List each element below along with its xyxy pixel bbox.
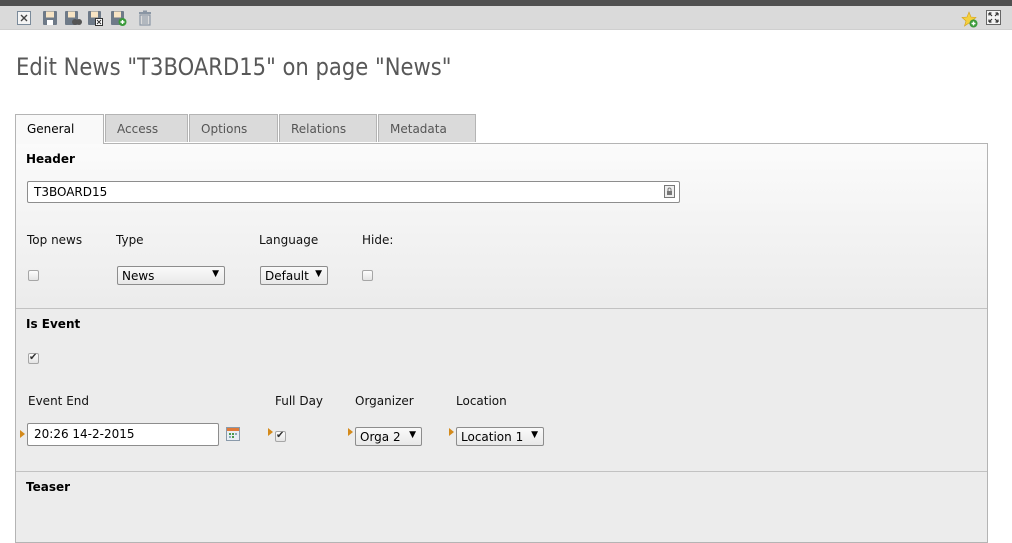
header-input[interactable]: T3BOARD15	[27, 181, 680, 203]
tab-metadata[interactable]: Metadata	[378, 114, 476, 142]
language-select[interactable]: Default ▼	[260, 266, 328, 285]
type-select[interactable]: News ▼	[117, 266, 225, 285]
event-end-value: 20:26 14-2-2015	[34, 427, 135, 441]
check-icon: ✔	[276, 430, 285, 441]
dropdown-arrow-icon: ▼	[409, 430, 416, 440]
add-bookmark-icon[interactable]	[961, 11, 978, 28]
tab-label: General	[27, 122, 75, 136]
tab-options[interactable]: Options	[189, 114, 278, 142]
location-select[interactable]: Location 1 ▼	[456, 427, 544, 446]
dropdown-arrow-icon: ▼	[315, 269, 322, 279]
tab-label: Access	[117, 122, 159, 136]
save-icon[interactable]	[42, 10, 58, 26]
event-end-input[interactable]: 20:26 14-2-2015	[27, 423, 219, 446]
type-select-value: News	[122, 269, 155, 283]
top-news-label: Top news	[27, 233, 83, 247]
field-lock-icon[interactable]	[664, 185, 675, 201]
delete-icon[interactable]	[137, 10, 153, 26]
tab-label: Metadata	[390, 122, 447, 136]
hide-checkbox[interactable]	[362, 270, 373, 281]
section-divider	[16, 308, 987, 309]
page-title: Edit News "T3BOARD15" on page "News"	[16, 53, 452, 81]
is-event-section-title: Is Event	[26, 317, 81, 331]
full-day-label: Full Day	[275, 394, 324, 408]
section-divider	[16, 471, 987, 472]
organizer-select[interactable]: Orga 2 ▼	[355, 427, 422, 446]
check-icon: ✔	[29, 352, 38, 363]
dropdown-arrow-icon: ▼	[531, 430, 538, 440]
field-changed-marker-icon	[449, 428, 454, 436]
field-changed-marker-icon	[348, 428, 353, 436]
field-changed-marker-icon	[20, 430, 25, 438]
tab-access[interactable]: Access	[105, 114, 188, 142]
tab-label: Relations	[291, 122, 347, 136]
location-select-value: Location 1	[461, 430, 524, 444]
dropdown-arrow-icon: ▼	[212, 269, 219, 279]
header-section-title: Header	[26, 152, 75, 166]
top-news-checkbox[interactable]	[28, 270, 39, 281]
calendar-icon[interactable]	[226, 427, 240, 444]
event-end-label: Event End	[28, 394, 89, 408]
location-label: Location	[456, 394, 507, 408]
toolbar	[0, 6, 1012, 30]
close-icon[interactable]	[16, 10, 32, 26]
general-tab-panel: Header T3BOARD15 Top news Type Language …	[15, 143, 988, 543]
save-and-new-icon[interactable]	[110, 10, 127, 26]
organizer-label: Organizer	[355, 394, 414, 408]
full-day-checkbox[interactable]: ✔	[275, 430, 286, 442]
header-input-value: T3BOARD15	[34, 185, 108, 199]
tab-general[interactable]: General	[15, 114, 104, 144]
language-select-value: Default	[265, 269, 309, 283]
type-label: Type	[116, 233, 144, 247]
teaser-section-title: Teaser	[26, 480, 71, 494]
tab-relations[interactable]: Relations	[279, 114, 377, 142]
save-and-view-icon[interactable]	[64, 10, 82, 26]
field-changed-marker-icon	[268, 428, 273, 436]
save-and-close-icon[interactable]	[87, 10, 103, 26]
organizer-select-value: Orga 2	[360, 430, 401, 444]
tab-label: Options	[201, 122, 248, 136]
language-label: Language	[259, 233, 319, 247]
fullscreen-icon[interactable]	[986, 10, 1002, 26]
hide-label: Hide:	[362, 233, 394, 247]
is-event-checkbox[interactable]: ✔	[28, 352, 39, 364]
